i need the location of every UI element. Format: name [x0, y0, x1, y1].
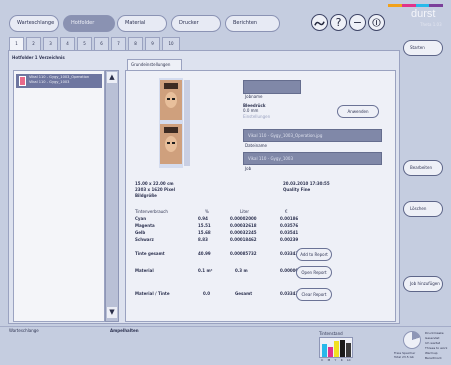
brand-color-strip [388, 4, 443, 7]
minimize-icon[interactable]: − [349, 14, 366, 31]
table-row: Gelb 15.68 0.00032245 0.03541 [135, 230, 299, 235]
power-icon[interactable]: ⏼ [368, 14, 385, 31]
tab-berichten[interactable]: Berichten [225, 15, 280, 32]
col-header: € [285, 209, 288, 214]
tab-grundeinstellungen[interactable]: Grundeinstellungen [127, 59, 182, 70]
col-header: Tintenverbrauch [135, 209, 168, 214]
image-file-icon [19, 76, 26, 86]
col-header: % [205, 209, 209, 214]
col-header: Liter [240, 209, 250, 214]
material-ink-row: Material / Tinte 0.0 Gesamt 0.03343 [135, 291, 299, 296]
file-name: Vikal 110 - Gygy_1003_Operation [29, 75, 90, 79]
preview-image [159, 78, 183, 168]
hotfolder-tab[interactable]: 3 [43, 37, 58, 50]
wave-icon[interactable] [311, 14, 328, 31]
ink-bar-labels: C M Y K LC [319, 358, 353, 362]
job-resolution: 2303 x 1620 Pixel [135, 187, 175, 192]
hotfolder-tab[interactable]: 7 [111, 37, 126, 50]
help-icon[interactable]: ? [330, 14, 347, 31]
ink-bar-c [322, 344, 327, 357]
ink-bar-k [340, 340, 345, 357]
material-row: Material 0.1 m² 0.3 m 0.00000 [135, 268, 299, 273]
legend-item: Bereitmodi [425, 356, 442, 360]
list-scrollbar[interactable]: ▲ ▼ [105, 70, 119, 322]
tab-drucker[interactable]: Drucker [171, 15, 221, 32]
hotfolder-tab[interactable]: 6 [94, 37, 109, 50]
hotfolder-tab[interactable]: 8 [128, 37, 143, 50]
ink-label: Y [334, 358, 337, 362]
table-row: Magenta 15.51 0.00032618 0.03576 [135, 223, 299, 228]
job-label: Job [245, 166, 252, 171]
hotfolder-tab[interactable]: 2 [26, 37, 41, 50]
preview-ruler [184, 80, 190, 166]
scroll-up-icon[interactable]: ▲ [107, 72, 117, 83]
brand-subtitle: Theta 1.03 [420, 22, 442, 27]
ink-label: C [321, 358, 324, 362]
scroll-down-icon[interactable]: ▼ [107, 307, 117, 318]
table-row: Cyan 0.94 0.00002000 0.00186 [135, 216, 299, 221]
status-center: Ampelhalten [110, 328, 139, 333]
tab-material[interactable]: Material [117, 15, 167, 32]
status-legend: Druckmaske Gesendet Ich wartet Threes to… [425, 331, 447, 361]
free-storage-value: Total 23.5 Gb [394, 355, 414, 359]
filename-label: Dateiname [245, 143, 268, 148]
ink-label: LC [346, 358, 351, 362]
job-mode: Bildgröße [135, 193, 157, 198]
ink-label: K [340, 358, 343, 362]
settings-label: Einstellungen [243, 114, 271, 119]
ink-level-chart [319, 337, 353, 358]
bearbeiten-button[interactable]: Bearbeiten [403, 160, 443, 176]
job-quality: Quality Fine [283, 187, 311, 192]
hotfolder-tab[interactable]: 4 [60, 37, 75, 50]
durst-logo: durst [411, 8, 436, 20]
job-datetime: 20.03.2010 17:30:55 [283, 181, 330, 186]
loeschen-button[interactable]: Löschen [403, 201, 443, 217]
ink-label: M [327, 358, 331, 362]
disk-usage-pie [403, 331, 421, 349]
filename-field[interactable]: Vikal 110 - Gygy_1003_Operation.jpg [243, 129, 382, 142]
anwenden-button[interactable]: Anwenden [337, 105, 379, 118]
tab-warteschlange[interactable]: Warteschlange [9, 15, 59, 32]
bleed-value: 0.0 mm [243, 108, 259, 113]
tab-hotfolder[interactable]: Hotfolder [63, 15, 115, 32]
hotfolder-tab[interactable]: 10 [162, 37, 180, 50]
add-to-report-button[interactable]: Add to Report [296, 248, 332, 261]
job-hinzufuegen-button[interactable]: Job hinzufügen [403, 276, 443, 292]
list-item[interactable]: Vikal 110 - Gygy_1003_Operation Vikal 11… [16, 74, 102, 88]
ink-bar-m [328, 347, 333, 357]
hotfolder-tab[interactable]: 5 [77, 37, 92, 50]
jobname-label: Jobname [245, 94, 263, 99]
job-field[interactable]: Vikal 110 - Gygy_1003 [243, 152, 382, 165]
ink-bar-y [334, 341, 339, 357]
clear-report-button[interactable]: Clear Report [296, 288, 332, 301]
job-size: 15.00 x 22.00 cm [135, 181, 174, 186]
file-list[interactable]: Vikal 110 - Gygy_1003_Operation Vikal 11… [13, 70, 105, 322]
starten-button[interactable]: Starten [403, 40, 443, 56]
hotfolder-title: Hotfolder 1 Verzeichnis [12, 55, 65, 60]
ink-level-title: Tintenstand [319, 331, 343, 336]
jobname-field[interactable] [243, 80, 301, 94]
status-left: Warteschlange [9, 328, 39, 333]
ink-bar-lc [346, 343, 351, 357]
total-row: Tinte gesamt 40.99 0.00085732 0.03343 [135, 251, 299, 256]
ink-table-header: Tintenverbrauch % Liter € [135, 209, 395, 215]
table-row: Schwarz 8.83 0.00018462 0.00239 [135, 237, 299, 242]
file-name: Vikal 110 - Gygy_1003 [29, 80, 70, 84]
status-bar [0, 326, 451, 365]
hotfolder-tab[interactable]: 9 [145, 37, 160, 50]
open-report-button[interactable]: Open Report [296, 266, 332, 279]
